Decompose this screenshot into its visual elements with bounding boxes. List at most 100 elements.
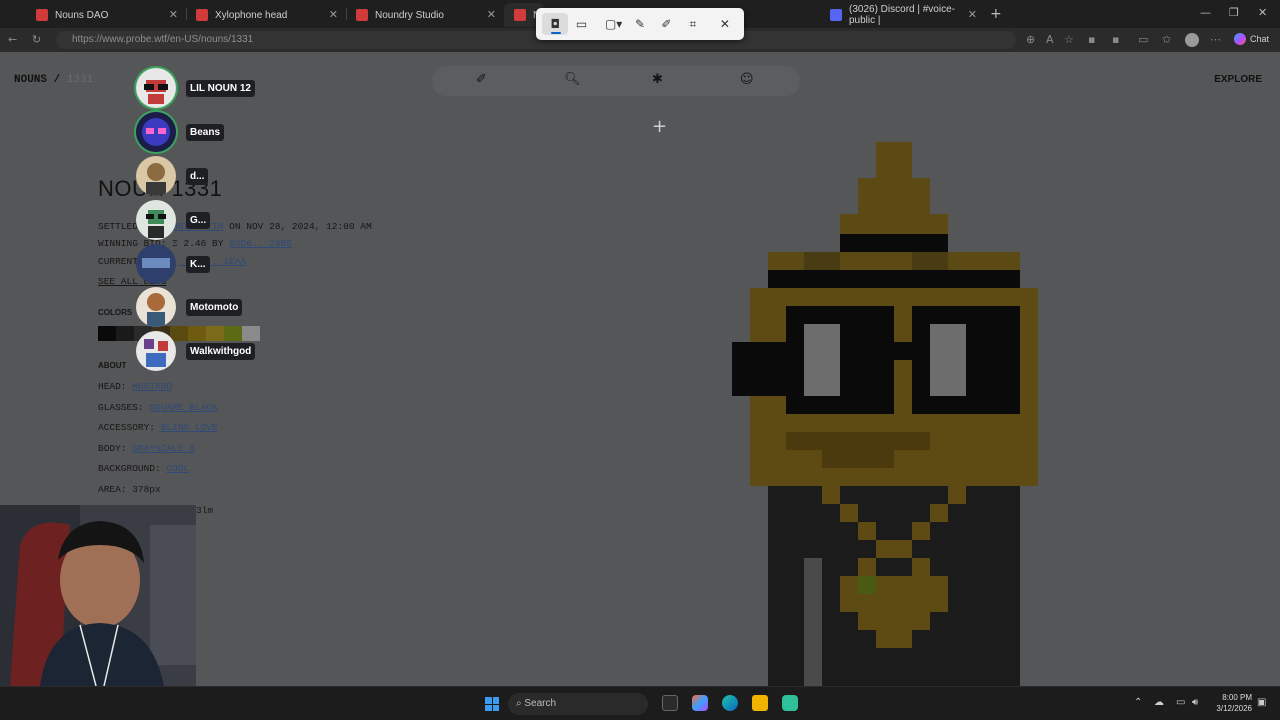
network-icon[interactable]: ▭ (1176, 697, 1185, 708)
about-heading: ABOUT (98, 361, 127, 370)
tab-title: (3026) Discord | #voice-public | (849, 4, 955, 26)
explore-link[interactable]: EXPLORE (1214, 74, 1262, 85)
nouns-glasses-icon[interactable]: ✱ (652, 72, 663, 87)
avatar (136, 200, 176, 240)
participant-name: Motomoto (186, 298, 243, 316)
show-hidden-icons-icon[interactable]: ⌃ (1134, 697, 1142, 708)
split-screen-icon[interactable]: ▭ (1138, 33, 1148, 46)
participant[interactable]: G... (136, 200, 211, 240)
tab-title: Nouns DAO (55, 9, 109, 21)
tab-noundry-studio[interactable]: Noundry Studio ✕ (346, 3, 504, 27)
more-menu-icon[interactable]: ⋯ (1210, 33, 1221, 46)
attribute-head: HEAD: MUSTARD (98, 381, 173, 392)
favorite-icon[interactable]: ☆ (1064, 33, 1074, 46)
winner-address-link[interactable]: 0XD6...24B5 (229, 238, 292, 249)
participant[interactable]: K... (136, 244, 210, 284)
copilot-icon (1234, 33, 1246, 45)
background-trait-link[interactable]: COOL (166, 463, 189, 474)
text-extract-icon[interactable]: ⌗ (680, 17, 706, 32)
attribute-body: BODY: GRAYSCALE 8 (98, 443, 195, 454)
maximize-icon[interactable]: ❐ (1229, 6, 1239, 19)
crosshair-cursor-icon: + (652, 116, 668, 137)
close-tab-icon[interactable]: ✕ (487, 8, 496, 21)
tab-discord[interactable]: (3026) Discord | #voice-public | ✕ (820, 3, 985, 27)
participant[interactable]: Motomoto (136, 287, 243, 327)
edge-browser-icon[interactable] (722, 695, 738, 711)
close-tab-icon[interactable]: ✕ (169, 8, 178, 21)
colors-heading: COLORS (98, 308, 133, 317)
close-icon[interactable]: ✕ (712, 17, 738, 31)
nouns-favicon-icon (196, 9, 208, 21)
snipping-toolbar: ◘ ▭ ▢▾ ✎ ✐ ⌗ ✕ (536, 8, 744, 40)
accessory-trait-link[interactable]: BLING LOVE (161, 422, 218, 433)
participant[interactable]: Beans (136, 112, 225, 152)
participant-name: G... (186, 211, 211, 229)
start-button[interactable] (485, 697, 499, 711)
copilot-chat-button[interactable]: Chat (1234, 33, 1269, 45)
attribute-glasses: GLASSES: SQUARE BLACK (98, 402, 218, 413)
minimize-icon[interactable]: — (1200, 6, 1211, 19)
webcam-overlay (0, 505, 196, 686)
avatar (136, 244, 176, 284)
participant[interactable]: LIL NOUN 12 (136, 68, 255, 108)
profile-avatar[interactable] (1185, 33, 1199, 47)
edit-icon[interactable]: ✎ (627, 17, 653, 31)
notifications-icon[interactable]: ▣ (1257, 697, 1266, 708)
attribute-background: BACKGROUND: COOL (98, 463, 190, 474)
participant-name: Beans (186, 123, 225, 141)
nouns-favicon-icon (36, 9, 48, 21)
glasses-trait-link[interactable]: SQUARE BLACK (149, 402, 217, 413)
body-trait-link[interactable]: GRAYSCALE 8 (132, 443, 195, 454)
taskbar-search[interactable]: ⌕ Search (508, 693, 648, 715)
file-explorer-icon[interactable] (752, 695, 768, 711)
participant-name: d... (186, 167, 209, 185)
avatar (136, 331, 176, 371)
video-icon[interactable]: ▭ (568, 17, 594, 31)
search-icon[interactable]: 🔍︎ (564, 72, 581, 87)
discord-favicon-icon (830, 9, 842, 21)
windows-taskbar: ⌕ Search ⌃ ☁ ▭ 🔊︎ 8:00 PM 3/12/2026 ▣ (0, 686, 1280, 720)
participant[interactable]: d... (136, 156, 209, 196)
tab-nouns-dao[interactable]: Nouns DAO ✕ (26, 3, 186, 27)
participant-name: Walkwithgod (186, 342, 256, 360)
close-tab-icon[interactable]: ✕ (968, 8, 977, 21)
breadcrumb-nouns-link[interactable]: NOUNS (14, 74, 47, 86)
attribute-area: AREA: 378px (98, 484, 161, 495)
extension-icon[interactable]: ▪ (1112, 33, 1119, 46)
participant[interactable]: Walkwithgod (136, 331, 256, 371)
back-icon[interactable]: ← (8, 33, 17, 46)
tab-title: Noundry Studio (375, 9, 444, 21)
read-aloud-icon[interactable]: A (1046, 33, 1054, 46)
tab-xylophone-head[interactable]: Xylophone head ✕ (186, 3, 346, 27)
app-icon[interactable] (782, 695, 798, 711)
rectangle-mode-icon[interactable]: ▢▾ (600, 17, 626, 31)
nouns-favicon-icon (514, 9, 526, 21)
color-swatch[interactable] (98, 326, 116, 341)
head-trait-link[interactable]: MUSTARD (132, 381, 172, 392)
extension-icon[interactable]: ▪ (1088, 33, 1095, 46)
avatar (136, 287, 176, 327)
new-tab-icon[interactable]: + (990, 6, 1002, 22)
volume-icon[interactable]: 🔊︎ (1192, 697, 1198, 708)
top-nav-pill: ✐ 🔍︎ ✱ ☺︎ (432, 66, 800, 96)
system-clock[interactable]: 8:00 PM 3/12/2026 (1206, 692, 1252, 714)
copilot-icon[interactable] (692, 695, 708, 711)
close-tab-icon[interactable]: ✕ (329, 8, 338, 21)
window-close-icon[interactable]: ✕ (1258, 6, 1267, 19)
avatar (136, 156, 176, 196)
activity-icon[interactable]: ✐ (476, 72, 487, 87)
task-view-icon[interactable] (662, 695, 678, 711)
favorites-bar-icon[interactable]: ✩ (1162, 33, 1171, 46)
participant-name: K... (186, 255, 210, 273)
zoom-icon[interactable]: ⊕ (1026, 33, 1035, 46)
camera-icon[interactable]: ◘ (542, 13, 569, 35)
cloud-icon[interactable]: ☁ (1154, 697, 1164, 708)
participant-name: LIL NOUN 12 (186, 79, 255, 97)
noundry-favicon-icon (356, 9, 368, 21)
refresh-icon[interactable]: ↻ (32, 33, 41, 46)
breadcrumb: NOUNS / 1331 (14, 74, 94, 86)
user-icon[interactable]: ☺︎ (740, 72, 754, 87)
avatar (136, 68, 176, 108)
pen-icon[interactable]: ✐ (653, 17, 679, 31)
color-swatch[interactable] (116, 326, 134, 341)
